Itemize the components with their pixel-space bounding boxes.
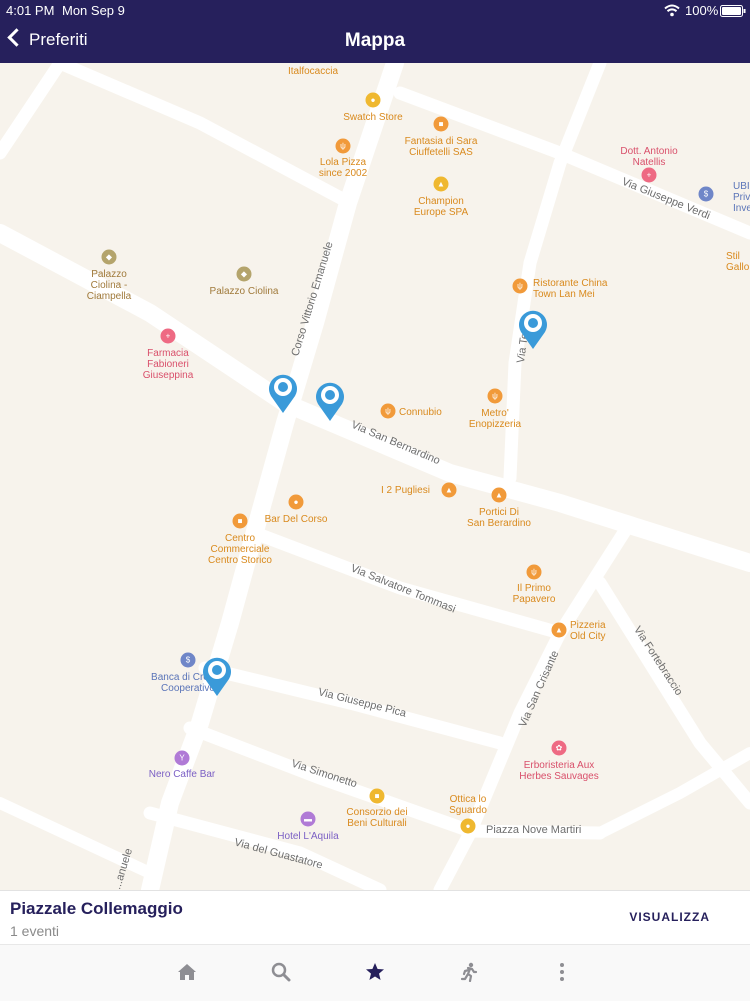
flower-icon[interactable]: ✿ [551,740,567,756]
hotel-icon[interactable]: ▬ [300,811,316,827]
place-label-line: Palazzo Ciolina - Ciampella [86,269,132,302]
map-pin[interactable] [517,308,549,350]
place-label-line: Lola Pizza since 2002 [318,157,368,179]
place-label-line: Dott. Antonio Natellis [620,146,678,168]
road-temera [503,63,607,485]
tab-bar [0,944,750,1001]
place-label-line: Champion Europe SPA [413,196,469,218]
restaurant-icon[interactable]: ψ [487,388,503,404]
place-label: Stil Gallo [726,251,749,273]
pharmacy-icon[interactable]: + [160,328,176,344]
place-label: Palazzo Ciolina - Ciampella [87,269,131,302]
battery-icon [720,5,746,17]
place-label: Connubio [399,407,442,418]
place-label: Hotel L'Aquila [277,831,339,842]
place-label: Portici Di San Berardino [467,507,531,529]
restaurant-icon[interactable]: ψ [526,564,542,580]
status-date: Mon Sep 9 [62,3,125,18]
place-label: Palazzo Ciolina [209,286,279,297]
place-label: Consorzio dei Beni Culturali [346,807,407,829]
restaurant-icon[interactable]: ψ [335,138,351,154]
watch-icon[interactable]: ● [365,92,381,108]
road-north [53,63,357,210]
tab-search[interactable] [251,945,311,1001]
view-button[interactable]: VISUALIZZA [629,910,710,924]
place-label: Il Primo Papavero [513,583,556,605]
place-label: Nero Caffe Bar [148,769,216,780]
road-bottom-right [594,747,750,839]
place-label: Centro Commerciale Centro Storico [208,533,272,566]
restaurant-icon[interactable]: ψ [380,403,396,419]
pizza-icon[interactable]: ▲ [441,482,457,498]
place-label-line: Erboristeria Aux Herbes Sauvages [519,760,599,782]
place-label: Lola Pizza since 2002 [319,157,367,179]
place-label: Dott. Antonio Natellis [620,146,677,168]
place-label: Bar Del Corso [264,514,328,525]
tab-home[interactable] [157,945,217,1001]
place-label-line: Portici Di San Berardino [467,507,531,529]
page-title: Mappa [344,30,406,51]
road-west [0,63,67,160]
search-icon [271,962,291,982]
map-view[interactable]: Corso Vittorio Emanuele Via San Bernardi… [0,63,750,890]
running-icon [460,962,478,982]
place-label: Swatch Store [343,112,403,123]
shirt-icon[interactable]: ▲ [433,176,449,192]
place-name: Piazzale Collemaggio [10,899,183,918]
tab-favorites[interactable] [345,945,405,1001]
place-label: Pizzeria Old City [570,620,606,642]
map-pin[interactable] [267,372,299,414]
place-label-line: Ristorante China Town Lan Mei [533,278,608,300]
place-label-line: Pizzeria Old City [570,620,606,642]
medical-icon[interactable]: + [641,167,657,183]
street-label: Piazza Nove Martiri [486,824,582,836]
place-label-line: Il Primo Papavero [512,583,556,605]
restaurant-icon[interactable]: ψ [512,278,528,294]
glasses-icon[interactable]: ● [460,818,476,834]
selected-place-panel[interactable]: Piazzale Collemaggio 1 eventi VISUALIZZA [0,890,750,945]
bank-icon[interactable]: $ [698,186,714,202]
place-label-line: Consorzio dei Beni Culturali [346,807,408,829]
landmark-icon[interactable]: ◆ [101,249,117,265]
place-label-line: Metro' Enopizzeria [468,408,522,430]
place-label: Ristorante China Town Lan Mei [533,278,607,300]
place-label: Metro' Enopizzeria [469,408,521,430]
star-icon [366,963,384,980]
place-label: Champion Europe SPA [414,196,468,218]
place-label-line: Farmacia Fabioneri Giuseppina [142,348,194,381]
place-label: Ottica lo Sguardo [449,794,487,816]
bank-icon[interactable]: $ [180,652,196,668]
place-label-line: Stil Gallo [726,251,750,273]
coffee-icon[interactable]: ● [288,494,304,510]
status-bar: 4:01 PM Mon Sep 9 100% [0,0,750,22]
place-label: I 2 Pugliesi [381,485,430,496]
home-icon [178,964,196,980]
map-pin-selected[interactable] [201,655,233,697]
place-label: Fantasia di Sara Ciuffetelli SAS [405,136,478,158]
more-icon [560,963,564,981]
pizza-icon[interactable]: ▲ [491,487,507,503]
navigation-bar: Preferiti Mappa [0,22,750,63]
status-time: 4:01 PM [6,3,55,18]
place-label: UBI Ba Privat Invest [733,181,750,214]
bar-icon[interactable]: Y [174,750,190,766]
wifi-icon [664,4,680,17]
landmark-icon[interactable]: ◆ [236,266,252,282]
museum-icon[interactable]: ■ [369,788,385,804]
place-label-line: UBI Ba Privat Invest [733,181,750,214]
place-label-line: Fantasia di Sara Ciuffetelli SAS [404,136,478,158]
place-label-line: Ottica lo Sguardo [449,794,487,816]
battery-percent: 100% [685,3,719,18]
place-label-line: Centro Commerciale Centro Storico [208,533,272,566]
place-label: Erboristeria Aux Herbes Sauvages [519,760,599,782]
place-label: Italfocaccia [287,66,339,77]
map-pin[interactable] [314,380,346,422]
event-count: 1 eventi [10,923,60,939]
tab-more[interactable] [532,945,592,1001]
place-label: Farmacia Fabioneri Giuseppina [143,348,194,381]
shopping-bag-icon[interactable]: ■ [433,116,449,132]
tab-activities[interactable] [439,945,499,1001]
shopping-center-icon[interactable]: ■ [232,513,248,529]
pizza-icon[interactable]: ▲ [551,622,567,638]
